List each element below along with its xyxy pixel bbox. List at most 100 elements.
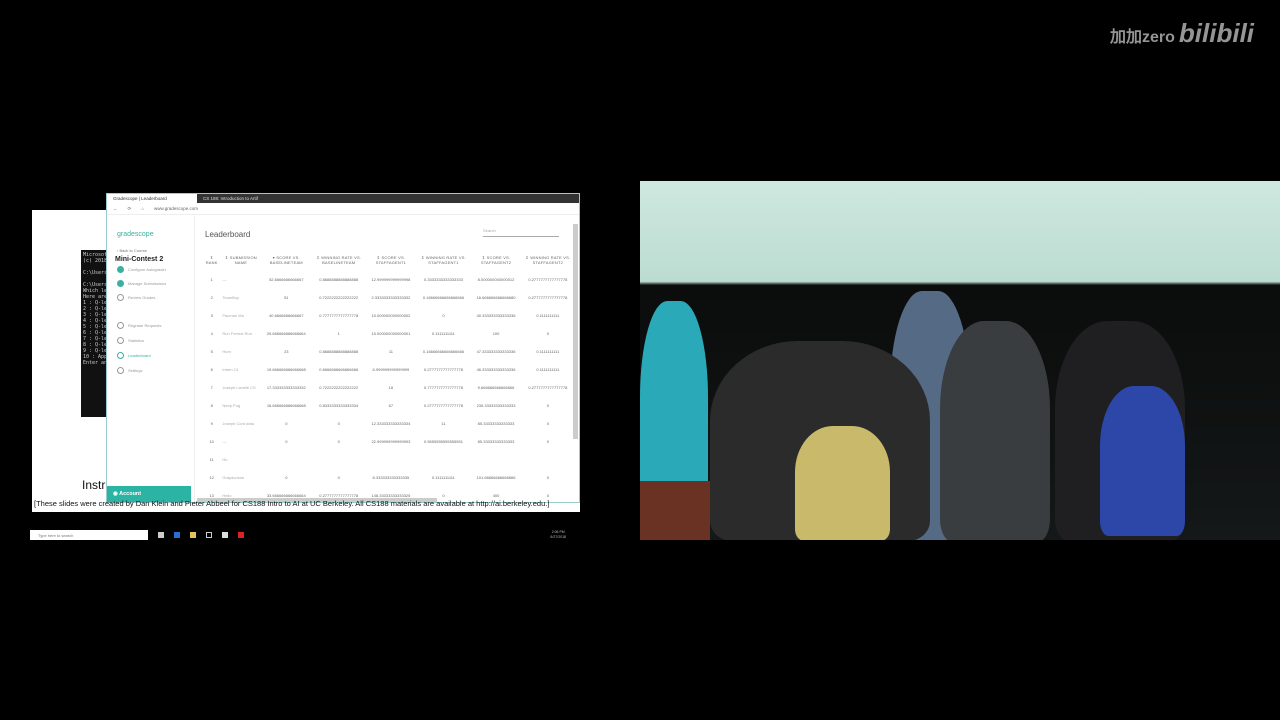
column-header[interactable]: ⇕ Score vs. StaffAgent2 bbox=[471, 250, 520, 270]
slide-title: Instr bbox=[82, 478, 106, 492]
sidebar-item-leaderboard[interactable]: Leaderboard bbox=[117, 352, 151, 359]
page-title: Leaderboard bbox=[205, 230, 251, 239]
submission-name[interactable]: Joseph Lavelle CS bbox=[220, 378, 261, 396]
cell: 0.2777777777777778 bbox=[528, 384, 568, 390]
column-header[interactable]: ⇕ Submission Name bbox=[220, 250, 261, 270]
cell: 0 bbox=[337, 438, 340, 444]
cell: 0.16666666666666666 bbox=[422, 294, 465, 300]
submission-name[interactable]: — bbox=[220, 432, 261, 450]
cell bbox=[416, 450, 472, 468]
sidebar-item-settings[interactable]: Settings bbox=[117, 367, 142, 374]
cell: 22.999999999999993 bbox=[371, 438, 411, 444]
submission-name[interactable]: Pacman Wu bbox=[220, 306, 261, 324]
main-content: Leaderboard Search ⇕ Rank ⇕ Submission Na… bbox=[203, 216, 575, 502]
column-header[interactable]: ⇕ Winning Rate vs. StaffAgent2 bbox=[521, 250, 575, 270]
cell: 0 bbox=[546, 330, 549, 336]
cell: 0 bbox=[337, 474, 340, 480]
watermark-text: 加加zero bbox=[1110, 29, 1175, 46]
address-bar[interactable]: ← ⟳ ⌂ www.gradescope.com bbox=[107, 203, 579, 215]
cell: 23 bbox=[284, 348, 289, 354]
cell: 0.2777777777777778 bbox=[528, 294, 568, 300]
table-row: 7 Joseph Lavelle CS 17.333333333333332 0.72… bbox=[203, 378, 575, 396]
cell: 0.2777777777777778 bbox=[424, 366, 463, 372]
vertical-scrollbar[interactable] bbox=[573, 224, 578, 439]
powerpoint-icon[interactable] bbox=[238, 531, 244, 538]
circle-icon bbox=[117, 294, 124, 301]
cell: 0.6666666666666666 bbox=[319, 366, 359, 372]
sidebar-item-review[interactable]: Review Grades bbox=[117, 294, 155, 301]
submission-name[interactable]: Intern 13 bbox=[220, 360, 261, 378]
cell: 0.3333333333333333 bbox=[424, 276, 463, 282]
table-row: 5 Hum 23 0.8888888888888888 11 0.166666666666… bbox=[203, 342, 575, 360]
label: Statistics bbox=[128, 338, 145, 343]
sidebar-item-manage[interactable]: Manage Submissions bbox=[117, 280, 166, 287]
clock[interactable]: 2:06 PM 6/27/2018 bbox=[550, 530, 566, 539]
table-row: 9 Joseph Cord data 0 0 12.333333333333334 11 8… bbox=[203, 414, 575, 432]
label: Leaderboard bbox=[128, 353, 151, 358]
refresh-icon[interactable]: ⟳ bbox=[128, 206, 132, 212]
watermark: 加加zero bilibili bbox=[1110, 18, 1254, 49]
cell: 0.1111111111 bbox=[536, 348, 560, 354]
submission-name[interactable]: — bbox=[220, 270, 261, 288]
submission-name[interactable]: Graydonium bbox=[220, 468, 261, 486]
submission-name[interactable]: Hu bbox=[220, 450, 261, 468]
sidebar-item-regrade[interactable]: Regrade Requests bbox=[117, 322, 161, 329]
folder-icon[interactable] bbox=[190, 531, 196, 538]
cell: 85.33333333333333 bbox=[477, 420, 515, 426]
cell: 19.666666666666668 bbox=[266, 366, 306, 372]
submission-name[interactable]: Run Forrest Run bbox=[220, 324, 261, 342]
back-icon[interactable]: ← bbox=[113, 206, 118, 211]
cell: 0.7222222222222222 bbox=[319, 384, 359, 390]
cell: 8.333333333333335 bbox=[372, 474, 410, 480]
home-icon[interactable]: ⌂ bbox=[141, 206, 144, 211]
label: Review Grades bbox=[128, 295, 156, 300]
gradescope-logo[interactable]: gradescope bbox=[117, 231, 154, 238]
table-row: 11 Hu bbox=[203, 450, 575, 468]
submission-name[interactable]: Joseph Cord data bbox=[220, 414, 261, 432]
search-input[interactable]: Search bbox=[483, 228, 559, 237]
cell: 16.666666666666680 bbox=[476, 294, 516, 300]
tab-cs188[interactable]: CS 188: Introduction to Artif bbox=[197, 194, 287, 203]
taskbar-search[interactable]: Type here to search bbox=[30, 529, 148, 540]
column-header[interactable]: ▾ Score vs. BaselineTeam bbox=[261, 250, 311, 270]
tab-bar: Gradescope | Leaderboard CS 188: Introdu… bbox=[107, 194, 579, 203]
cell: 0.1111111111 bbox=[536, 366, 560, 372]
cell: 51 bbox=[284, 294, 289, 300]
label: Configure Autograder bbox=[128, 267, 167, 272]
yellow-backpack bbox=[795, 426, 890, 540]
sidebar-item-configure[interactable]: Configure Autograder bbox=[117, 266, 166, 273]
cell: 67 bbox=[388, 402, 394, 408]
edge-icon[interactable] bbox=[174, 531, 180, 538]
cell: 0 bbox=[546, 438, 549, 444]
account-label: Account bbox=[119, 491, 142, 497]
column-header[interactable]: ⇕ Winning Rate vs. StaffAgent1 bbox=[416, 250, 472, 270]
cell: 8.000000000000012 bbox=[477, 276, 515, 282]
column-header[interactable]: ⇕ Score vs. StaffAgent1 bbox=[366, 250, 415, 270]
task-view-icon[interactable] bbox=[158, 531, 164, 538]
check-icon bbox=[117, 266, 124, 273]
slide-credits: [These slides were created by Dan Klein … bbox=[34, 499, 550, 508]
back-to-course-link[interactable]: ‹ Back to Course bbox=[117, 248, 147, 253]
cell bbox=[471, 450, 520, 468]
app-icon[interactable] bbox=[222, 531, 228, 538]
url[interactable]: www.gradescope.com bbox=[154, 206, 198, 211]
cell: 8 bbox=[210, 402, 213, 408]
cell: 0.16666666666666666 bbox=[422, 348, 465, 354]
cell: 0.1111111111 bbox=[432, 330, 455, 336]
terminal-icon[interactable] bbox=[206, 531, 212, 538]
tab-gradescope[interactable]: Gradescope | Leaderboard bbox=[107, 194, 197, 203]
blue-backpack bbox=[1100, 386, 1185, 536]
submission-name[interactable]: Hum bbox=[220, 342, 261, 360]
column-header[interactable]: ⇕ Winning Rate vs. BaselineTeam bbox=[311, 250, 366, 270]
cell: 12.333333333333334 bbox=[371, 420, 411, 426]
cell: 40.6666666666667 bbox=[269, 312, 304, 318]
submission-name[interactable]: Neep Pug bbox=[220, 396, 261, 414]
cell: 0 bbox=[442, 312, 445, 318]
sidebar-item-statistics[interactable]: Statistics bbox=[117, 337, 144, 344]
column-header[interactable]: ⇕ Rank bbox=[203, 250, 220, 270]
cell: 0.7222222222222222 bbox=[319, 294, 359, 300]
lectern bbox=[640, 481, 710, 540]
cell: 9.666666666666666 bbox=[477, 384, 515, 390]
submission-name[interactable]: TeamBoy bbox=[220, 288, 261, 306]
table-row: 2 TeamBoy 51 0.7222222222222222 2.3333333333… bbox=[203, 288, 575, 306]
